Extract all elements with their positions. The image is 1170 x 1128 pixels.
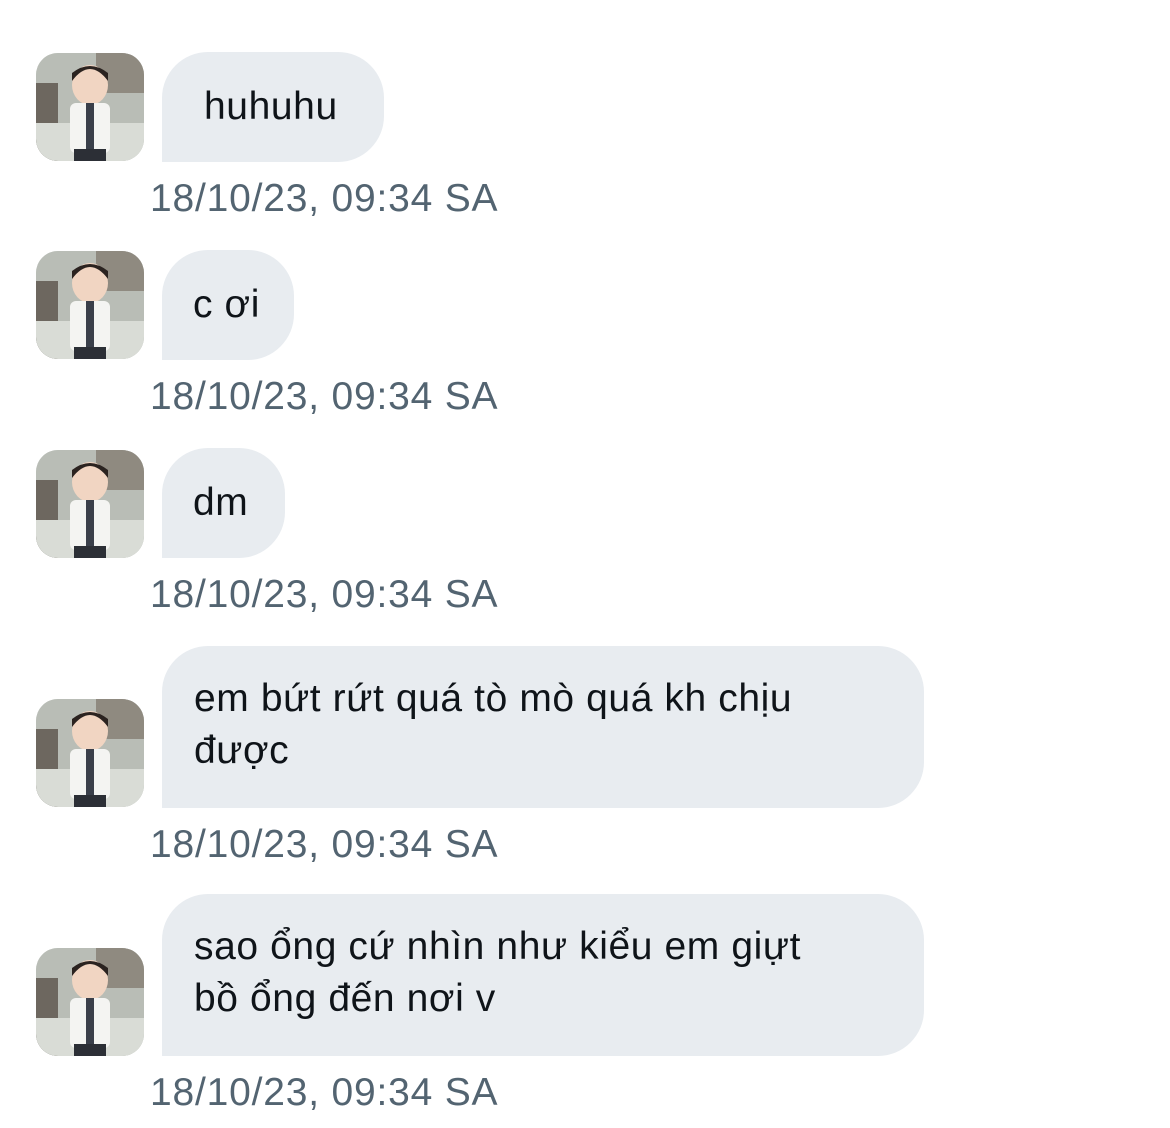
user-avatar-photo-icon	[36, 450, 144, 558]
user-avatar-photo-icon	[36, 251, 144, 359]
message-timestamp: 18/10/23, 09:34 SA	[150, 177, 499, 220]
avatar[interactable]	[36, 948, 144, 1056]
avatar[interactable]	[36, 53, 144, 161]
message-bubble[interactable]: sao ổng cứ nhìn như kiểu em giựt bồ ổng …	[162, 894, 924, 1056]
message-bubble[interactable]: huhuhu	[162, 52, 384, 162]
message-timestamp: 18/10/23, 09:34 SA	[150, 1071, 499, 1114]
message-bubble[interactable]: c ơi	[162, 250, 294, 360]
message-bubble[interactable]: dm	[162, 448, 285, 558]
user-avatar-photo-icon	[36, 53, 144, 161]
avatar[interactable]	[36, 450, 144, 558]
message-timestamp: 18/10/23, 09:34 SA	[150, 823, 499, 866]
user-avatar-photo-icon	[36, 948, 144, 1056]
message-bubble[interactable]: em bứt rứt quá tò mò quá kh chịu được	[162, 646, 924, 808]
avatar[interactable]	[36, 251, 144, 359]
message-timestamp: 18/10/23, 09:34 SA	[150, 375, 499, 418]
user-avatar-photo-icon	[36, 699, 144, 807]
message-timestamp: 18/10/23, 09:34 SA	[150, 573, 499, 616]
avatar[interactable]	[36, 699, 144, 807]
